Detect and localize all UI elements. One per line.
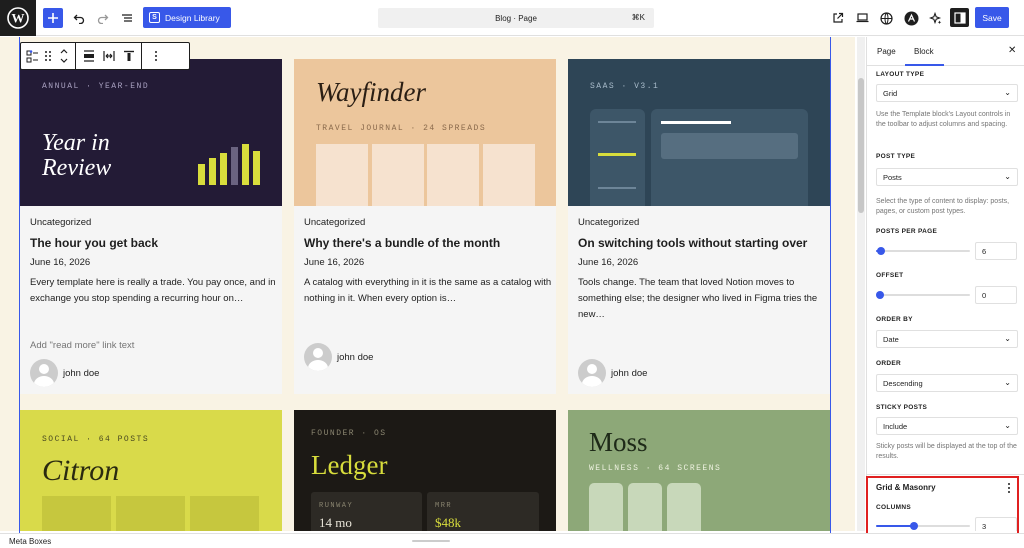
chevron-down-icon: ⌄ [1004,334,1011,343]
order-by-label: ORDER BY [876,316,913,323]
block-mover-group [21,43,76,69]
editor-app: W S Design Library Blog · Page ⌘K Save A… [0,0,1024,548]
tab-block[interactable]: Block [914,47,934,56]
active-tab-indicator [905,64,944,66]
query-loop-selection-outline [19,37,831,534]
order-by-value: Date [883,334,899,344]
close-sidebar-icon[interactable]: ✕ [1008,45,1016,56]
chevron-down-icon: ⌄ [1004,421,1011,430]
justify-stretch-icon [83,50,94,62]
sticky-posts-select[interactable]: Include ⌄ [876,417,1018,435]
external-link-icon [833,12,844,23]
justify-space-between-button[interactable] [100,46,117,66]
align-top-icon [123,50,134,61]
posts-per-page-input[interactable]: 6 [975,242,1017,260]
add-block-button[interactable] [43,8,63,28]
editor-top-bar: W S Design Library Blog · Page ⌘K Save [0,0,1024,36]
offset-input[interactable]: 0 [975,286,1017,304]
order-select[interactable]: Descending ⌄ [876,374,1018,392]
posts-per-page-label: POSTS PER PAGE [876,228,938,235]
sparkle-icon [928,11,941,24]
meta-boxes-label: Meta Boxes [9,536,52,546]
canvas-scroll-thumb[interactable] [858,78,864,213]
tab-page[interactable]: Page [877,47,896,56]
layout-type-value: Grid [883,88,898,98]
language-button[interactable] [878,7,894,29]
chevron-down-icon: ⌄ [1004,172,1011,181]
more-options-button[interactable] [147,46,164,66]
undo-button[interactable] [70,7,88,29]
post-type-value: Posts [883,172,902,182]
preview-button[interactable] [854,7,870,29]
wordpress-logo-button[interactable]: W [0,0,36,36]
post-type-label: POST TYPE [876,153,916,160]
sidebar-tabs: Page Block ✕ [867,37,1024,66]
align-top-button[interactable] [120,46,137,66]
panel-divider [867,474,1024,475]
order-label: ORDER [876,360,901,367]
justify-space-between-icon [102,51,115,61]
move-up-down-button[interactable] [55,46,72,66]
view-external-button[interactable] [830,7,846,29]
command-shortcut: ⌘K [631,13,645,22]
design-library-icon: S [149,12,160,23]
post-type-help-text: Select the type of content to display: p… [876,198,1010,215]
chevron-down-icon: ⌄ [1004,378,1011,387]
layout-type-label: LAYOUT TYPE [876,71,925,78]
offset-slider[interactable] [876,289,970,301]
more-options-group [142,43,169,69]
order-by-select[interactable]: Date ⌄ [876,330,1018,348]
redo-icon [97,14,109,24]
resize-handle[interactable] [412,540,450,542]
justification-group [76,43,142,69]
command-palette-bar[interactable]: Blog · Page ⌘K [378,8,654,28]
design-library-button[interactable]: S Design Library [143,7,231,28]
settings-sidebar: Page Block ✕ LAYOUT TYPE Grid ⌄ Use the … [866,37,1024,531]
meta-boxes-bar[interactable]: Meta Boxes [0,533,1024,548]
grid-view-icon [26,49,38,62]
drag-handle-icon [45,51,51,61]
redo-button[interactable] [94,7,112,29]
drag-handle[interactable] [41,46,55,66]
sidebar-icon [953,11,966,24]
slider-handle[interactable] [876,291,884,299]
list-view-icon [122,14,132,22]
sticky-posts-value: Include [883,421,908,431]
grid-view-button[interactable] [24,46,41,66]
document-title: Blog · Page [495,13,537,23]
save-button[interactable]: Save [975,7,1009,28]
sticky-posts-label: STICKY POSTS [876,404,928,411]
move-up-down-icon [60,49,67,63]
slider-handle[interactable] [876,247,885,255]
desktop-icon [856,13,868,23]
layout-type-select[interactable]: Grid ⌄ [876,84,1018,102]
settings-sidebar-toggle[interactable] [950,8,969,27]
wordpress-icon: W [7,7,29,29]
sticky-help-text: Sticky posts will be displayed at the to… [876,443,1017,460]
layout-help-text: Use the Template block's Layout controls… [876,111,1011,128]
undo-icon [73,14,85,24]
block-toolbar [20,42,190,70]
posts-per-page-slider[interactable] [876,245,970,257]
slider-track [876,294,970,296]
order-value: Descending [883,378,923,388]
design-library-label: Design Library [165,12,220,23]
more-options-icon [154,51,157,61]
slider-track [876,250,970,252]
post-type-select[interactable]: Posts ⌄ [876,168,1018,186]
plus-icon [48,13,58,23]
document-overview-button[interactable] [118,7,136,29]
ai-assistant-button[interactable] [927,7,943,29]
justify-stretch-button[interactable] [80,46,97,66]
a-logo-icon [904,11,918,25]
plugin-a-button[interactable] [903,7,919,29]
chevron-down-icon: ⌄ [1004,88,1011,97]
globe-icon [879,11,893,25]
offset-label: OFFSET [876,272,904,279]
svg-text:W: W [12,11,25,26]
